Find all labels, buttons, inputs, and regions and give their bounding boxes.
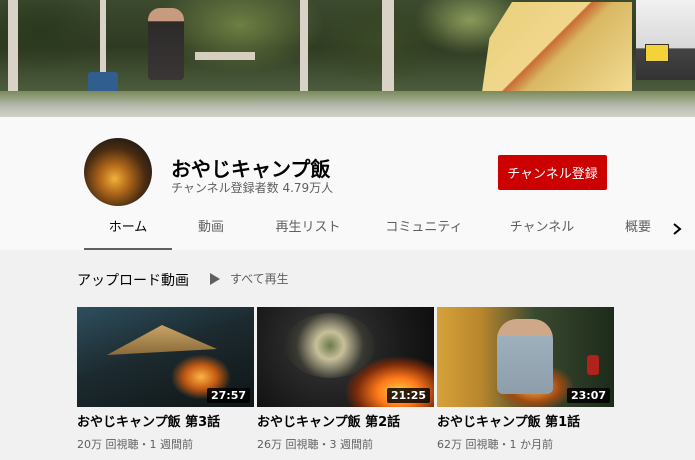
- video-meta: 26万 回視聴・3 週間前: [257, 438, 373, 451]
- video-title[interactable]: おやじキャンプ飯 第3話: [77, 411, 254, 430]
- video-meta: 20万 回視聴・1 週間前: [77, 438, 193, 451]
- video-duration: 21:25: [386, 388, 430, 403]
- video-card[interactable]: 23:07 おやじキャンプ飯 第1話 62万 回視聴・1 か月前: [437, 307, 614, 452]
- tab-home[interactable]: ホーム: [84, 213, 172, 250]
- channel-avatar[interactable]: [84, 138, 152, 206]
- video-thumbnail[interactable]: 23:07: [437, 307, 614, 407]
- play-all-icon: [210, 272, 220, 285]
- tab-community[interactable]: コミュニティ: [380, 213, 468, 250]
- tab-playlists[interactable]: 再生リスト: [268, 213, 348, 250]
- subscriber-count: チャンネル登録者数 4.79万人: [171, 181, 334, 195]
- section-title: アップロード動画: [77, 273, 189, 289]
- chevron-right-icon[interactable]: [670, 222, 684, 236]
- play-all-button[interactable]: すべて再生: [210, 270, 289, 287]
- video-thumbnail[interactable]: 21:25: [257, 307, 434, 407]
- video-title[interactable]: おやじキャンプ飯 第2話: [257, 411, 434, 430]
- play-all-label: すべて再生: [230, 272, 289, 286]
- channel-header: おやじキャンプ飯 チャンネル登録者数 4.79万人 チャンネル登録 ホーム 動画…: [0, 117, 695, 250]
- video-card[interactable]: 21:25 おやじキャンプ飯 第2話 26万 回視聴・3 週間前: [257, 307, 434, 452]
- tab-about[interactable]: 概要: [616, 213, 660, 250]
- subscribe-button[interactable]: チャンネル登録: [498, 155, 607, 190]
- channel-banner: [0, 0, 695, 117]
- banner-truck: [636, 0, 695, 80]
- video-card[interactable]: 27:57 おやじキャンプ飯 第3話 20万 回視聴・1 週間前: [77, 307, 254, 452]
- video-duration: 27:57: [206, 388, 250, 403]
- video-duration: 23:07: [566, 388, 610, 403]
- channel-tabs: ホーム 動画 再生リスト コミュニティ チャンネル 概要: [84, 213, 695, 250]
- uploads-section: アップロード動画 すべて再生 27:57 おやじキャンプ飯 第3話 20万 回視…: [0, 250, 695, 460]
- banner-tent: [482, 2, 632, 92]
- tab-channels[interactable]: チャンネル: [504, 213, 580, 250]
- video-meta: 62万 回視聴・1 か月前: [437, 438, 553, 451]
- tab-videos[interactable]: 動画: [184, 213, 238, 250]
- channel-name: おやじキャンプ飯: [171, 157, 331, 181]
- video-thumbnail[interactable]: 27:57: [77, 307, 254, 407]
- video-title[interactable]: おやじキャンプ飯 第1話: [437, 411, 614, 430]
